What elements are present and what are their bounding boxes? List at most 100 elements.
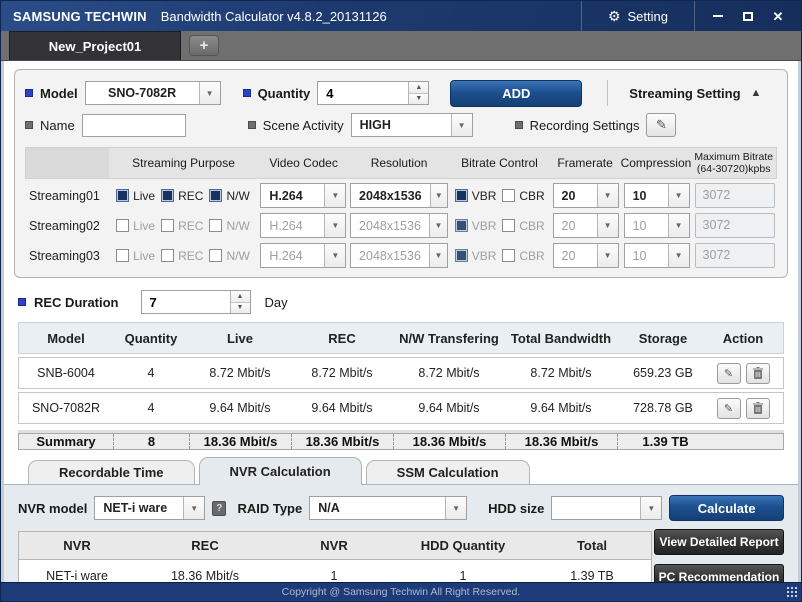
resolution-select[interactable]: 2048x1536▼ — [350, 213, 448, 238]
recording-settings-edit-button[interactable]: ✎ — [646, 113, 676, 137]
vbr-checkbox[interactable] — [455, 219, 468, 232]
vbr-checkbox[interactable] — [455, 189, 468, 202]
scene-activity-select[interactable]: HIGH ▼ — [351, 113, 473, 137]
nw-checkbox[interactable] — [209, 189, 222, 202]
model-label: Model — [40, 86, 78, 101]
cell-storage: 728.78 GB — [617, 393, 709, 423]
cbr-checkbox[interactable] — [502, 249, 515, 262]
rec-duration-stepper[interactable]: 7 ▲▼ — [141, 290, 251, 314]
tab-ssm-calculation[interactable]: SSM Calculation — [366, 460, 530, 484]
spin-down-icon[interactable]: ▼ — [231, 303, 250, 314]
live-checkbox[interactable] — [116, 249, 129, 262]
raid-type-select[interactable]: N/A ▼ — [309, 496, 467, 520]
streaming-table: Streaming Purpose Video Codec Resolution… — [25, 147, 777, 269]
nw-label: N/W — [226, 249, 249, 263]
cell-nvr-qty: 1 — [275, 560, 393, 582]
compression-select[interactable]: 10▼ — [624, 213, 690, 238]
col-nvr-qty: NVR — [275, 532, 393, 559]
cell-total: 1.39 TB — [533, 560, 651, 582]
close-button[interactable]: ✕ — [771, 9, 785, 23]
tab-nvr-calculation[interactable]: NVR Calculation — [199, 457, 362, 485]
cell-total: 8.72 Mbit/s — [505, 358, 617, 388]
model-select[interactable]: SNO-7082R ▼ — [85, 81, 221, 105]
project-tab[interactable]: New_Project01 — [9, 31, 181, 60]
help-button[interactable]: ? — [212, 501, 226, 516]
delete-row-button[interactable] — [746, 398, 770, 419]
rec-duration-value: 7 — [142, 291, 230, 313]
codec-select[interactable]: H.264▼ — [260, 243, 346, 268]
resize-grip[interactable] — [786, 586, 799, 599]
cbr-checkbox[interactable] — [502, 219, 515, 232]
project-tab-label: New_Project01 — [49, 39, 142, 54]
summary-nw: 18.36 Mbit/s — [393, 434, 505, 449]
nvr-table: NVR REC NVR HDD Quantity Total NET-i war… — [18, 531, 652, 582]
codec-select[interactable]: H.264▼ — [260, 213, 346, 238]
chevron-up-icon: ▲ — [751, 87, 762, 99]
compression-select[interactable]: 10▼ — [624, 183, 690, 208]
col-quantity: Quantity — [113, 323, 189, 353]
spin-up-icon[interactable]: ▲ — [409, 82, 428, 94]
live-checkbox[interactable] — [116, 189, 129, 202]
name-input[interactable] — [82, 114, 186, 137]
vbr-checkbox[interactable] — [455, 249, 468, 262]
cell-rec: 8.72 Mbit/s — [291, 358, 393, 388]
cell-nw: 9.64 Mbit/s — [393, 393, 505, 423]
add-project-tab-button[interactable]: + — [189, 35, 219, 56]
streaming-row-label: Streaming02 — [25, 219, 108, 233]
cell-nw: 8.72 Mbit/s — [393, 358, 505, 388]
raid-type-value: N/A — [310, 497, 445, 519]
framerate-select[interactable]: 20▼ — [553, 243, 619, 268]
cell-nvr: NET-i ware — [19, 560, 135, 582]
nw-checkbox[interactable] — [209, 219, 222, 232]
framerate-select[interactable]: 20▼ — [553, 183, 619, 208]
model-bullet-icon — [25, 89, 33, 97]
nw-label: N/W — [226, 189, 249, 203]
codec-select[interactable]: H.264▼ — [260, 183, 346, 208]
spin-up-icon[interactable]: ▲ — [231, 291, 250, 303]
table-row: SNO-7082R 4 9.64 Mbit/s 9.64 Mbit/s 9.64… — [18, 392, 784, 424]
rec-checkbox[interactable] — [161, 189, 174, 202]
add-button[interactable]: ADD — [450, 80, 582, 107]
live-checkbox[interactable] — [116, 219, 129, 232]
streaming-row: Streaming03 Live REC N/W H.264▼ 2048x153… — [25, 242, 777, 269]
resolution-select[interactable]: 2048x1536▼ — [350, 183, 448, 208]
rec-checkbox[interactable] — [161, 219, 174, 232]
calculate-button[interactable]: Calculate — [669, 495, 784, 521]
max-bitrate-field: 3072 — [695, 183, 775, 208]
pc-recommendation-button[interactable]: PC Recommendation — [654, 564, 784, 582]
calculate-label: Calculate — [698, 501, 756, 516]
cell-quantity: 4 — [113, 358, 189, 388]
setting-button[interactable]: ⚙ Setting — [581, 1, 695, 31]
col-storage: Storage — [617, 323, 709, 353]
edit-row-button[interactable]: ✎ — [717, 398, 741, 419]
plus-icon: + — [200, 37, 209, 54]
resolution-select[interactable]: 2048x1536▼ — [350, 243, 448, 268]
minimize-button[interactable] — [711, 9, 725, 23]
compression-select[interactable]: 10▼ — [624, 243, 690, 268]
rec-label: REC — [178, 219, 203, 233]
quantity-stepper[interactable]: 4 ▲▼ — [317, 81, 429, 105]
summary-live: 18.36 Mbit/s — [189, 434, 291, 449]
quantity-label: Quantity — [258, 86, 311, 101]
hdd-size-select[interactable]: ▼ — [551, 496, 662, 520]
scene-activity-bullet-icon — [248, 121, 256, 129]
tab-recordable-time[interactable]: Recordable Time — [28, 460, 195, 484]
chevron-down-icon: ▼ — [597, 244, 618, 267]
maximize-button[interactable] — [741, 9, 755, 23]
view-detailed-report-button[interactable]: View Detailed Report — [654, 529, 784, 555]
cell-live: 9.64 Mbit/s — [189, 393, 291, 423]
gear-icon: ⚙ — [608, 9, 621, 23]
rec-checkbox[interactable] — [161, 249, 174, 262]
delete-row-button[interactable] — [746, 363, 770, 384]
rec-duration-bullet-icon — [18, 298, 26, 306]
edit-row-button[interactable]: ✎ — [717, 363, 741, 384]
compression-value: 10 — [625, 184, 668, 207]
compression-value: 10 — [625, 214, 668, 237]
nw-checkbox[interactable] — [209, 249, 222, 262]
spin-down-icon[interactable]: ▼ — [409, 94, 428, 105]
nvr-model-select[interactable]: NET-i ware ▼ — [94, 496, 205, 520]
streaming-setting-toggle[interactable]: Streaming Setting ▲ — [629, 86, 761, 101]
framerate-select[interactable]: 20▼ — [553, 213, 619, 238]
cell-total: 9.64 Mbit/s — [505, 393, 617, 423]
cbr-checkbox[interactable] — [502, 189, 515, 202]
